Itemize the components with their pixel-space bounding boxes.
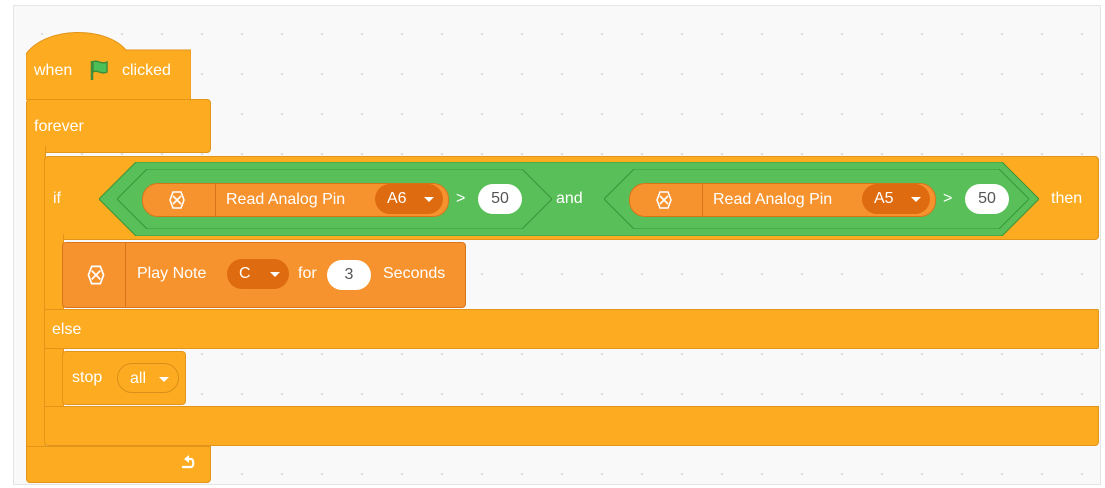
when-flag-clicked-block[interactable]: when clicked bbox=[26, 24, 191, 100]
when-label: when bbox=[34, 62, 73, 79]
icon-separator bbox=[215, 184, 216, 216]
green-flag-icon bbox=[88, 58, 112, 82]
else-label: else bbox=[52, 321, 82, 338]
play-note-block[interactable]: Play Note C for 3 Seconds bbox=[62, 242, 466, 308]
stop-label: stop bbox=[72, 369, 103, 386]
chevron-down-icon bbox=[424, 197, 434, 202]
loop-arrow-icon bbox=[179, 454, 197, 472]
play-note-label: Play Note bbox=[137, 265, 207, 282]
threshold-input-right[interactable]: 50 bbox=[965, 184, 1009, 214]
script-canvas[interactable]: when clicked forever if then else and Re… bbox=[13, 5, 1101, 485]
read-analog-pin-label: Read Analog Pin bbox=[713, 191, 833, 208]
duration-input[interactable]: 3 bbox=[327, 260, 371, 290]
then-label: then bbox=[1051, 190, 1083, 207]
chevron-down-icon bbox=[911, 197, 921, 202]
stop-block[interactable]: stop all bbox=[62, 351, 186, 405]
read-analog-pin-left[interactable]: Read Analog Pin A6 bbox=[142, 183, 449, 217]
for-label: for bbox=[298, 265, 317, 282]
stop-option-dropdown[interactable]: all bbox=[117, 363, 179, 393]
extension-icon bbox=[652, 188, 676, 212]
pin-value: A6 bbox=[387, 190, 407, 207]
seconds-label: Seconds bbox=[383, 265, 446, 282]
read-analog-pin-right[interactable]: Read Analog Pin A5 bbox=[629, 183, 936, 217]
chevron-down-icon bbox=[270, 272, 280, 277]
icon-separator bbox=[125, 243, 126, 307]
read-analog-pin-label: Read Analog Pin bbox=[226, 191, 346, 208]
extension-icon bbox=[83, 262, 109, 288]
threshold-input-left[interactable]: 50 bbox=[478, 184, 522, 214]
chevron-down-icon bbox=[159, 377, 169, 382]
stop-option-value: all bbox=[130, 370, 147, 387]
if-label: if bbox=[53, 190, 61, 207]
note-dropdown[interactable]: C bbox=[227, 259, 289, 289]
pin-dropdown-right[interactable]: A5 bbox=[862, 184, 930, 214]
greater-than-right: > bbox=[943, 190, 953, 207]
greater-than-left: > bbox=[456, 190, 466, 207]
clicked-label: clicked bbox=[122, 62, 171, 79]
icon-separator bbox=[702, 184, 703, 216]
pin-value: A5 bbox=[874, 190, 894, 207]
extension-icon bbox=[165, 188, 189, 212]
if-bottom-bar bbox=[44, 406, 1099, 446]
else-bar bbox=[44, 309, 1099, 349]
and-label: and bbox=[556, 190, 583, 207]
forever-label: forever bbox=[34, 118, 84, 135]
forever-left-arm bbox=[26, 146, 46, 446]
pin-dropdown-left[interactable]: A6 bbox=[375, 184, 443, 214]
note-value: C bbox=[239, 265, 251, 282]
